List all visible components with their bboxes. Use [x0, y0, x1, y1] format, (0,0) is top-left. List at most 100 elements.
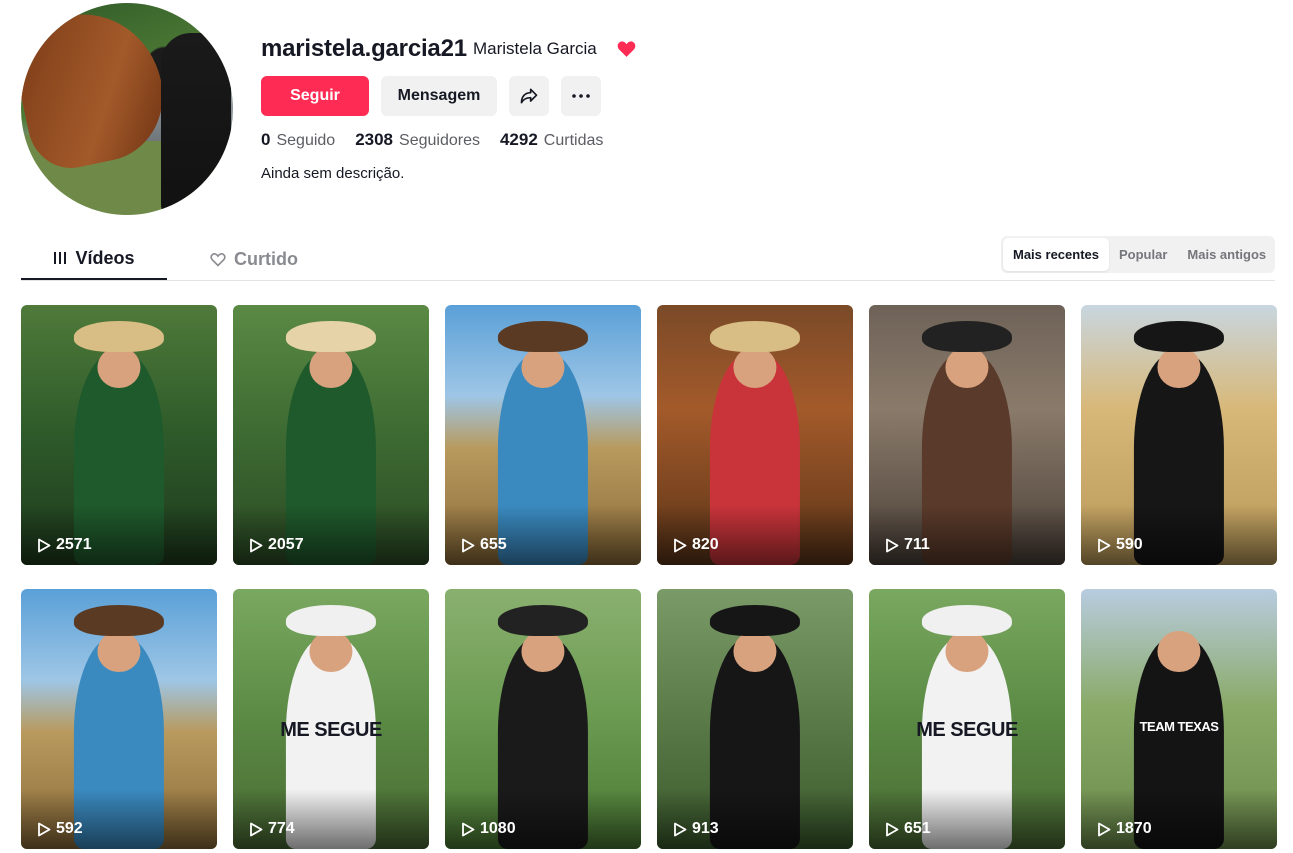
thumbnail-face — [521, 630, 565, 673]
nickname: Maristela Garcia — [473, 39, 597, 58]
view-count-value: 1080 — [480, 820, 516, 837]
video-card[interactable]: 2571 — [21, 305, 217, 565]
more-button[interactable] — [561, 76, 601, 116]
view-count: 913 — [673, 820, 719, 838]
thumbnail-hat — [1133, 320, 1225, 352]
view-count: 711 — [885, 536, 930, 554]
play-icon — [886, 538, 899, 552]
thumbnail-shade — [21, 505, 217, 565]
video-grid: 2571 2057 655 820 711 590 592 ME SEGUE 774 1080 91… — [21, 305, 1277, 849]
shirt-text: ME SEGUE — [916, 719, 1018, 741]
play-icon — [674, 822, 687, 836]
thumbnail-face — [97, 346, 141, 389]
thumbnail-shade — [1081, 789, 1277, 849]
thumbnail-shade — [445, 505, 641, 565]
sort-recent[interactable]: Mais recentes — [1003, 238, 1109, 271]
thumbnail-shade — [657, 505, 853, 565]
thumbnail-face — [733, 346, 777, 389]
thumbnail-hat — [285, 320, 377, 352]
play-icon — [1098, 822, 1111, 836]
view-count-value: 774 — [268, 820, 295, 837]
bio: Ainda sem descrição. — [261, 165, 405, 182]
view-count-value: 1870 — [1116, 820, 1152, 837]
video-card[interactable]: 592 — [21, 589, 217, 849]
view-count-value: 2571 — [56, 536, 92, 553]
video-card[interactable]: 655 — [445, 305, 641, 565]
video-card[interactable]: ME SEGUE 651 — [869, 589, 1065, 849]
username: maristela.garcia21 — [261, 35, 467, 62]
thumbnail-shade — [657, 789, 853, 849]
sort-popular[interactable]: Popular — [1109, 238, 1177, 271]
avatar[interactable] — [21, 3, 233, 215]
view-count: 2057 — [249, 536, 304, 554]
thumbnail-face — [945, 630, 989, 673]
thumbnail-face — [733, 630, 777, 673]
avatar-horse — [21, 3, 176, 176]
tab-videos[interactable]: Vídeos — [21, 238, 167, 280]
view-count-value: 655 — [480, 536, 507, 553]
video-card[interactable]: ME SEGUE 774 — [233, 589, 429, 849]
share-icon — [520, 88, 538, 104]
video-card[interactable]: 590 — [1081, 305, 1277, 565]
view-count-value: 651 — [904, 820, 931, 837]
share-button[interactable] — [509, 76, 549, 116]
sort-switcher: Mais recentes Popular Mais antigos — [1001, 236, 1275, 273]
video-card[interactable]: 2057 — [233, 305, 429, 565]
view-count-value: 913 — [692, 820, 719, 837]
view-count: 774 — [249, 820, 295, 838]
thumbnail-shade — [233, 505, 429, 565]
play-icon — [674, 538, 687, 552]
play-icon — [38, 538, 51, 552]
view-count: 1870 — [1097, 820, 1152, 838]
thumbnail-shade — [233, 789, 429, 849]
video-card[interactable]: 1080 — [445, 589, 641, 849]
view-count-value: 590 — [1116, 536, 1143, 553]
play-icon — [1098, 538, 1111, 552]
view-count: 590 — [1097, 536, 1143, 554]
profile-stats: 0 Seguido 2308 Seguidores 4292 Curtidas — [261, 130, 603, 150]
shirt-text: ME SEGUE — [280, 719, 382, 741]
thumbnail-hat — [921, 320, 1013, 352]
view-count: 651 — [885, 820, 931, 838]
thumbnail-shade — [869, 789, 1065, 849]
play-icon — [250, 822, 263, 836]
thumbnail-hat — [709, 604, 801, 636]
thumbnail-hat — [497, 320, 589, 352]
view-count-value: 2057 — [268, 536, 304, 553]
view-count-value: 592 — [56, 820, 83, 837]
play-icon — [462, 822, 475, 836]
thumbnail-shade — [869, 505, 1065, 565]
shirt-text: TEAM TEXAS — [1139, 719, 1219, 734]
followers-count: 2308 — [355, 130, 394, 149]
thumbnail-face — [945, 346, 989, 389]
thumbnail-face — [521, 346, 565, 389]
play-icon — [886, 822, 899, 836]
play-icon — [38, 822, 51, 836]
thumbnail-shade — [21, 789, 217, 849]
thumbnail-hat — [285, 604, 377, 636]
grid-icon — [54, 252, 67, 264]
video-card[interactable]: 913 — [657, 589, 853, 849]
message-button[interactable]: Mensagem — [381, 76, 497, 116]
likes-label: Curtidas — [543, 132, 604, 149]
video-card[interactable]: 711 — [869, 305, 1065, 565]
thumbnail-face — [1157, 630, 1201, 673]
sort-oldest[interactable]: Mais antigos — [1177, 238, 1276, 271]
view-count: 592 — [37, 820, 83, 838]
heart-icon — [617, 41, 636, 57]
video-card[interactable]: TEAM TEXAS 1870 — [1081, 589, 1277, 849]
heart-outline-icon — [210, 252, 226, 267]
video-card[interactable]: 820 — [657, 305, 853, 565]
view-count-value: 711 — [904, 536, 930, 553]
thumbnail-face — [309, 346, 353, 389]
followers-stat[interactable]: 2308 Seguidores — [355, 130, 480, 150]
following-stat[interactable]: 0 Seguido — [261, 130, 335, 150]
thumbnail-hat — [921, 604, 1013, 636]
thumbnail-shade — [1081, 505, 1277, 565]
tab-videos-label: Vídeos — [75, 247, 135, 268]
follow-button[interactable]: Seguir — [261, 76, 369, 116]
tab-liked-label: Curtido — [234, 248, 298, 269]
tab-liked[interactable]: Curtido — [181, 238, 327, 280]
more-icon — [572, 94, 590, 98]
view-count: 655 — [461, 536, 507, 554]
